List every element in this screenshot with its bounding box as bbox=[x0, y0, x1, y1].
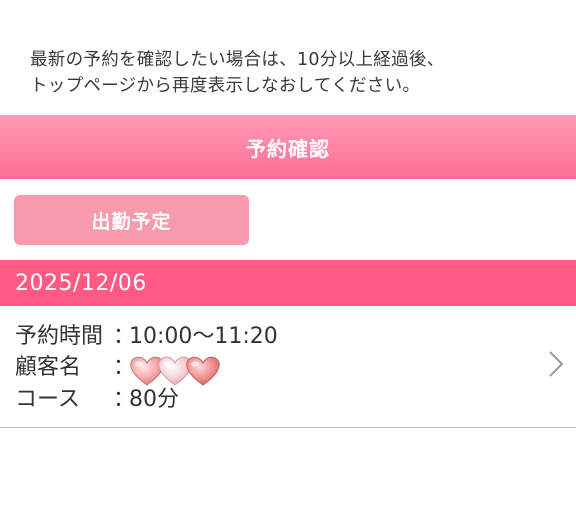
customer-name-label: 顧客名 bbox=[15, 355, 82, 380]
reservation-date-bar: 2025/12/06 bbox=[0, 260, 576, 306]
shift-schedule-button[interactable]: 出勤予定 bbox=[14, 195, 249, 245]
notice-line-1: 最新の予約を確認したい場合は、10分以上経過後、 bbox=[30, 50, 445, 70]
notice-line-2: トップページから再度表示しなおしてください。 bbox=[30, 76, 421, 96]
course-row: コース ： 80分 bbox=[15, 384, 278, 415]
separator: ： bbox=[113, 355, 136, 380]
reservation-list-item[interactable]: 予約時間 ： 10:00〜11:20 顧客名 ： コース ： 80分 bbox=[0, 306, 576, 428]
notice-text: 最新の予約を確認したい場合は、10分以上経過後、 トップページから再度表示しなお… bbox=[30, 47, 560, 99]
separator: ： bbox=[113, 387, 136, 412]
course-value: 80分 bbox=[129, 387, 179, 412]
reservation-time-value: 10:00〜11:20 bbox=[129, 324, 278, 349]
customer-name-hearts bbox=[129, 355, 220, 387]
heart-icon bbox=[186, 356, 220, 386]
page-title: 予約確認 bbox=[246, 136, 330, 161]
reservation-details: 予約時間 ： 10:00〜11:20 顧客名 ： コース ： 80分 bbox=[15, 321, 278, 415]
course-label: コース bbox=[15, 387, 80, 412]
chevron-right-icon[interactable] bbox=[548, 350, 564, 378]
reservation-time-row: 予約時間 ： 10:00〜11:20 bbox=[15, 321, 278, 352]
reservation-time-label: 予約時間 bbox=[15, 324, 104, 349]
page-header: 予約確認 bbox=[0, 115, 576, 179]
reservation-date: 2025/12/06 bbox=[15, 270, 147, 296]
customer-name-row: 顧客名 ： bbox=[15, 352, 278, 387]
shift-schedule-button-label: 出勤予定 bbox=[91, 210, 172, 233]
separator: ： bbox=[113, 324, 136, 349]
